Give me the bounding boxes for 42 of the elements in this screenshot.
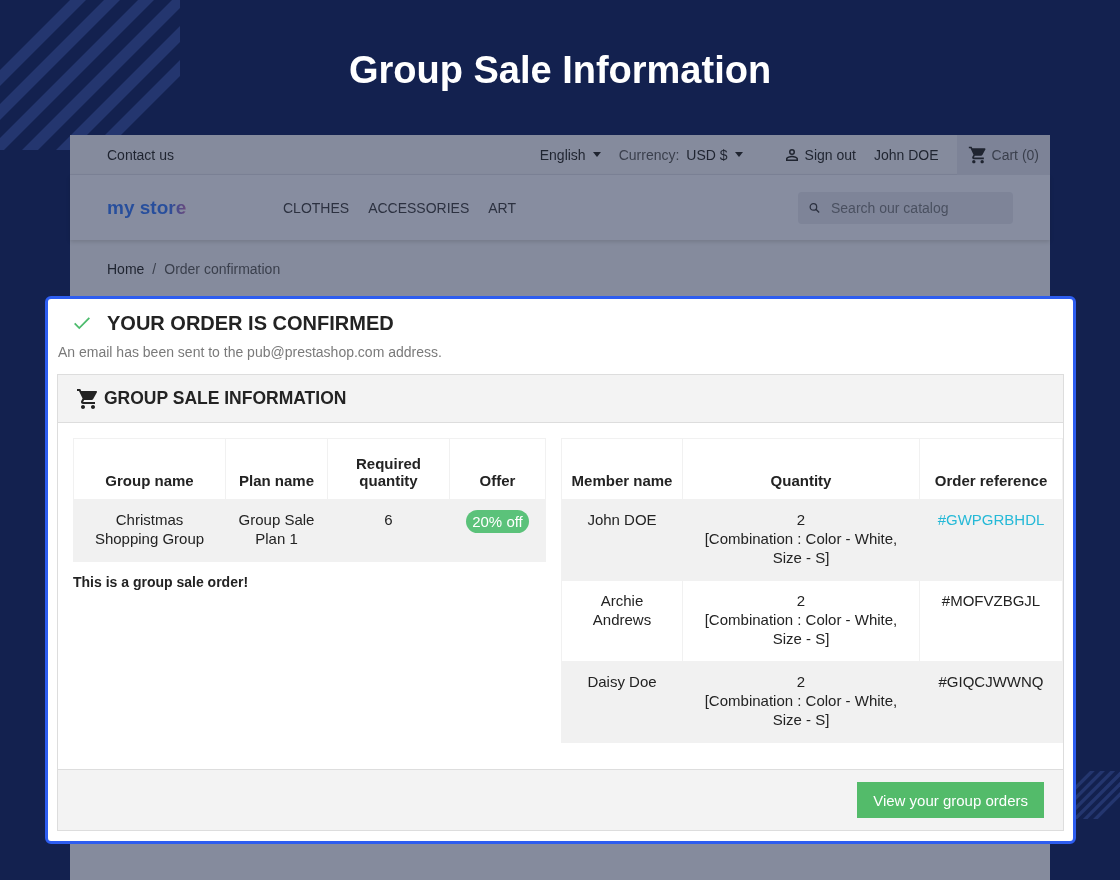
breadcrumb-link[interactable]: Order confirmation — [164, 261, 281, 277]
cart-button[interactable]: Cart (0) — [956, 134, 1050, 175]
cart-icon — [967, 144, 988, 165]
column-header: Order reference — [919, 438, 1063, 500]
column-header: Required quantity — [327, 438, 450, 500]
breadcrumb-separator: / — [152, 261, 157, 277]
nav-link[interactable]: ART — [488, 199, 516, 216]
table-cell: Christmas Shopping Group — [73, 499, 226, 562]
currency-dropdown[interactable]: Currency: USD $ — [618, 146, 743, 163]
group-sale-note: This is a group sale order! — [73, 574, 250, 590]
column-header: Plan name — [225, 438, 328, 500]
order-reference-link[interactable]: #GWPGRBHDL — [937, 511, 1045, 528]
table-cell: John DOE — [561, 499, 683, 581]
table-cell: 6 — [327, 499, 450, 562]
account-name[interactable]: John DOE — [873, 146, 939, 163]
search-input[interactable]: Search our catalog — [829, 198, 1003, 217]
order-reference: #GIQCJWWNQ — [938, 673, 1044, 690]
contact-link[interactable]: Contact us — [107, 146, 174, 163]
table-cell: 2 [Combination : Color - White, Size - S] — [682, 580, 920, 662]
table-cell: Daisy Doe — [561, 661, 683, 743]
column-header: Quantity — [682, 438, 920, 500]
confirmation-title: YOUR ORDER IS CONFIRMED — [107, 311, 394, 335]
breadcrumb-link[interactable]: Home — [107, 261, 145, 277]
language-dropdown[interactable]: English — [539, 146, 601, 163]
offer-badge: 20% off — [466, 510, 529, 533]
search-field[interactable]: Search our catalog — [798, 191, 1013, 224]
nav-link[interactable]: ACCESSORIES — [368, 199, 470, 216]
cart-icon — [76, 386, 100, 411]
panel-title: GROUP SALE INFORMATION — [104, 388, 347, 409]
nav-link[interactable]: CLOTHES — [283, 199, 350, 216]
column-header: Group name — [73, 438, 226, 500]
sign-out-link[interactable]: Sign out — [782, 145, 856, 164]
order-reference: #MOFVZBGJL — [941, 592, 1041, 609]
page-title: Group Sale Information — [348, 48, 772, 93]
table-cell: 2 [Combination : Color - White, Size - S] — [682, 499, 920, 581]
email-message: An email has been sent to the pub@prestashop.com address. — [58, 344, 443, 360]
view-group-orders-button[interactable]: View your group orders — [857, 782, 1044, 818]
column-header: Offer — [449, 438, 546, 500]
table-cell: 2 [Combination : Color - White, Size - S] — [682, 661, 920, 743]
table-cell: Group Sale Plan 1 — [225, 499, 328, 562]
column-header: Member name — [561, 438, 683, 500]
table-cell: Archie Andrews — [561, 580, 683, 662]
